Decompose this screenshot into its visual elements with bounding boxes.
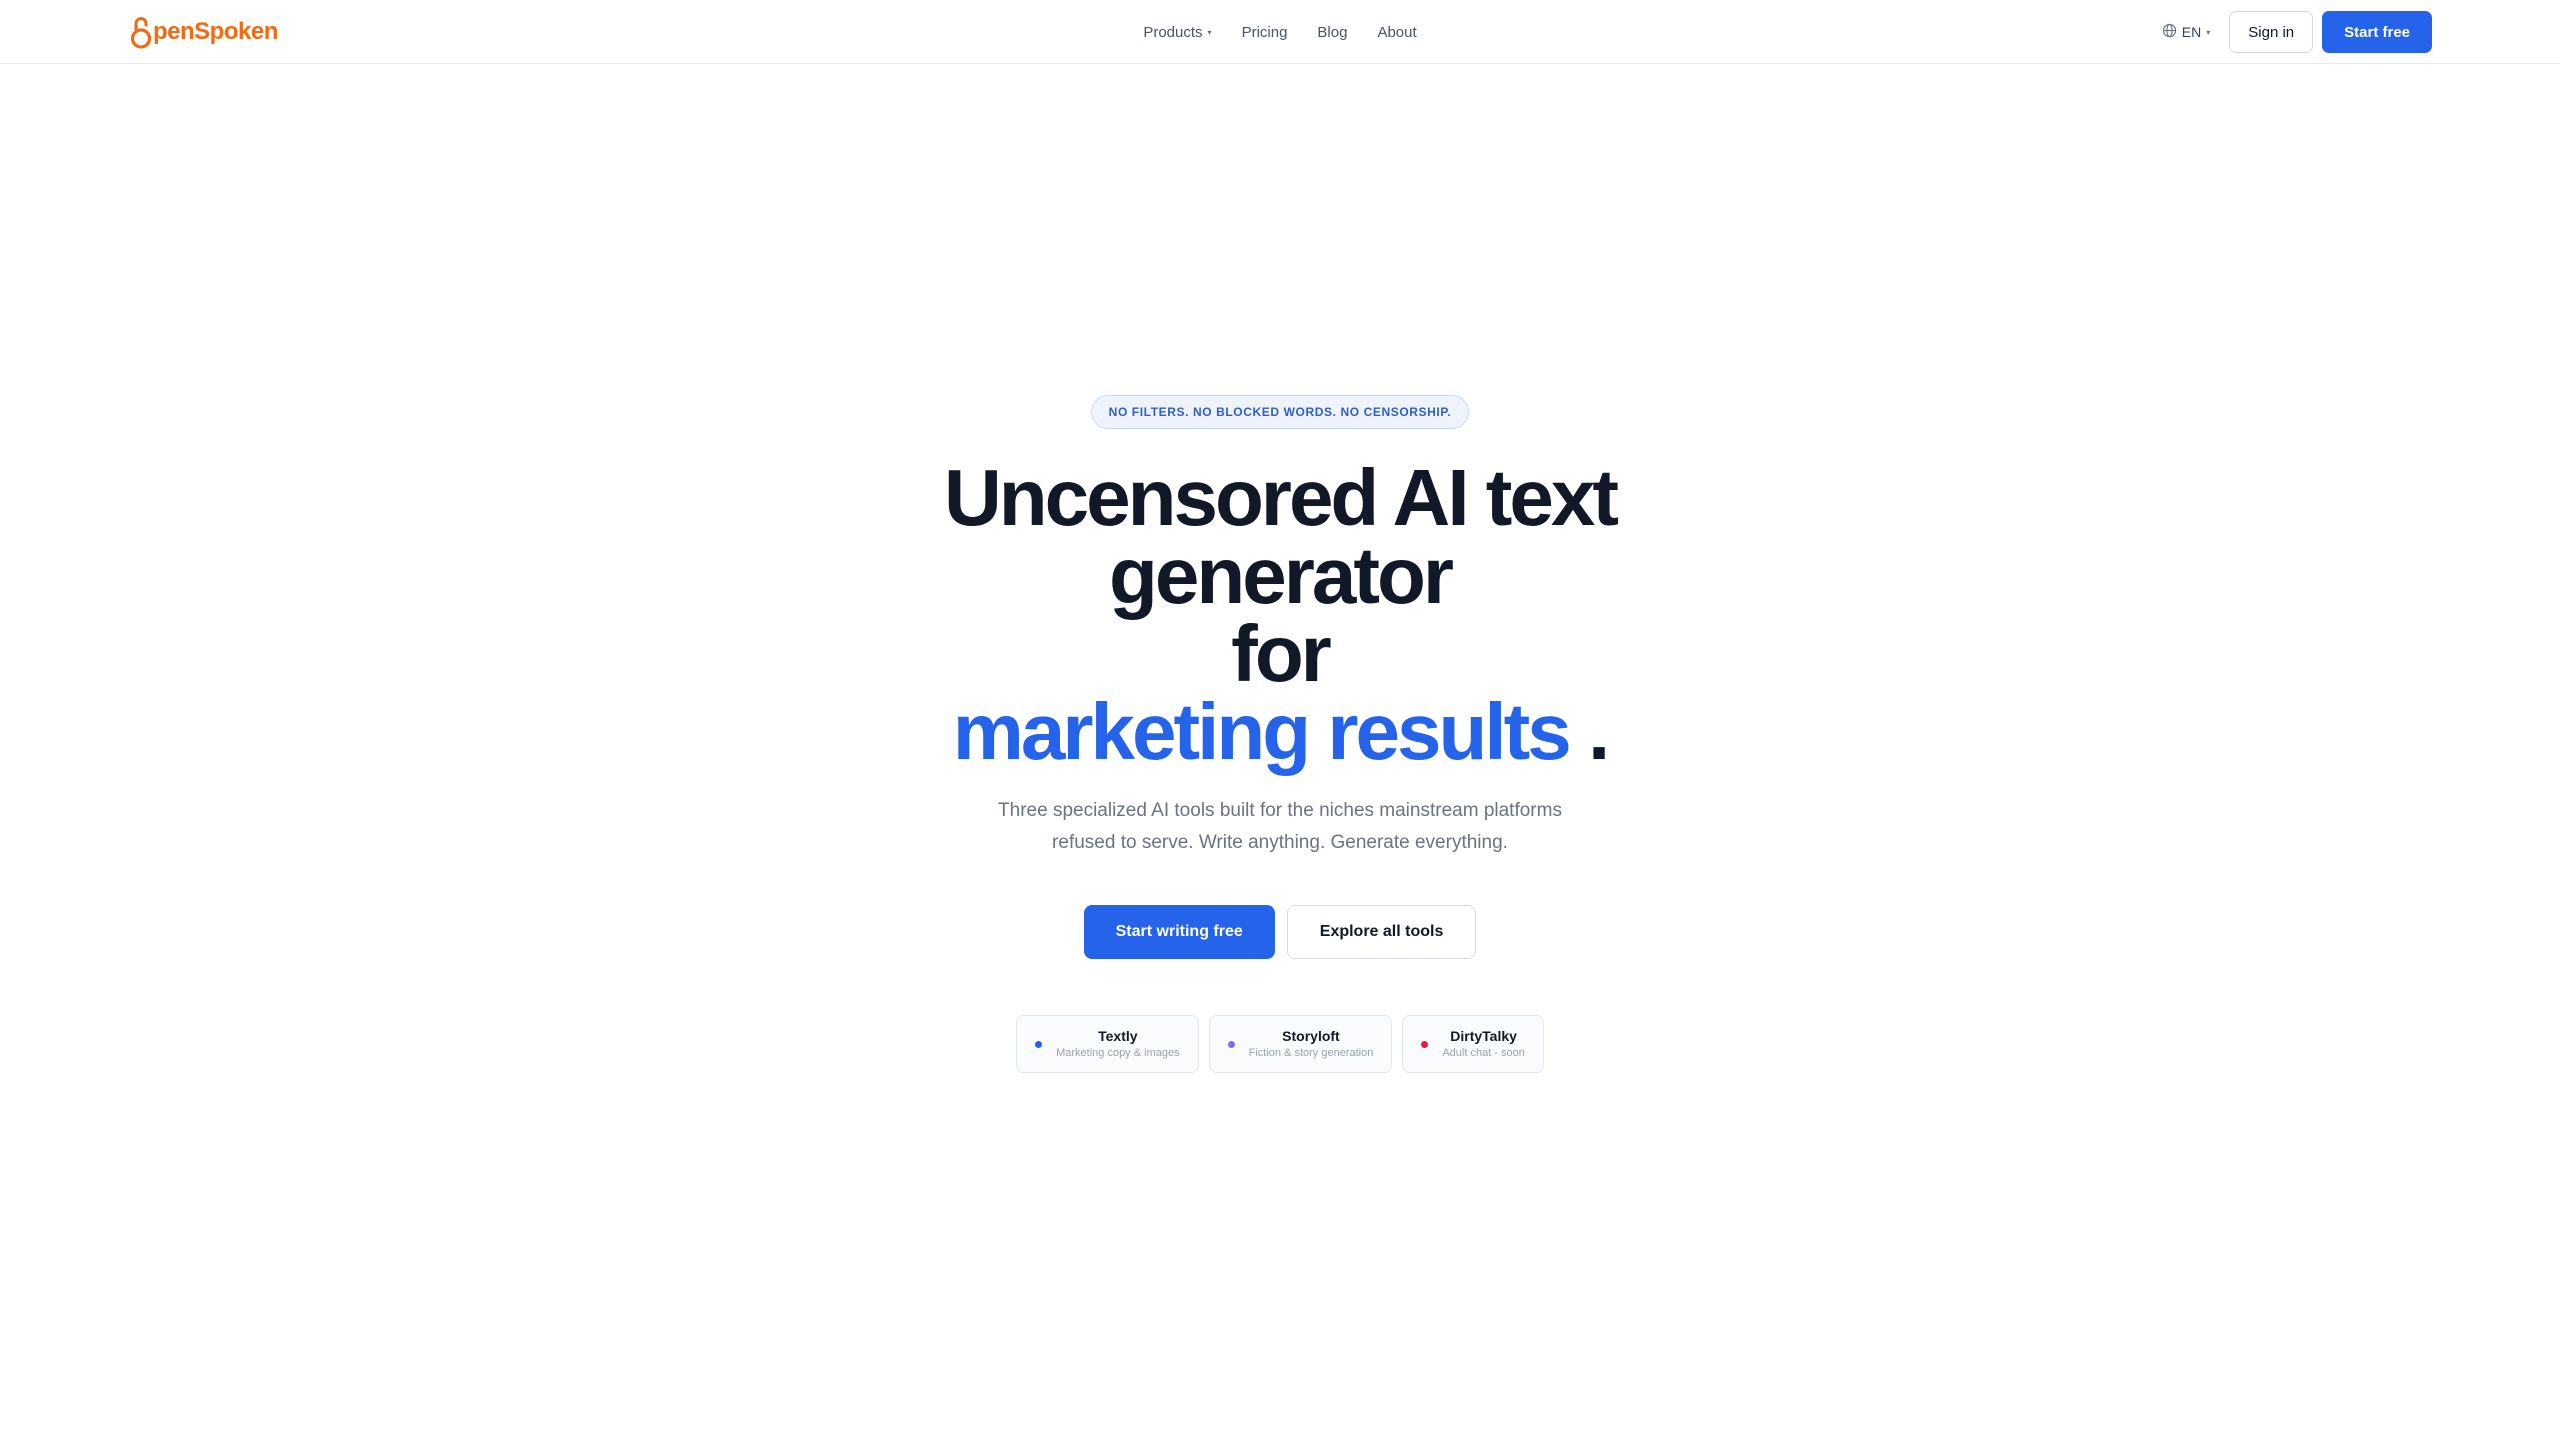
tools-list: Textly Marketing copy & images Storyloft… <box>1016 1015 1544 1073</box>
tool-card-storyloft[interactable]: Storyloft Fiction & story generation <box>1208 1015 1393 1073</box>
headline-line-4: marketing results . <box>944 692 1616 772</box>
brand-name: penSpoken <box>153 18 278 45</box>
nav-item-label: Products <box>1143 23 1203 41</box>
no-censorship-badge: NO FILTERS. NO BLOCKED WORDS. NO CENSORS… <box>1090 395 1470 429</box>
nav-item-label: Blog <box>1317 23 1348 41</box>
tool-description: Adult chat - soon <box>1442 1047 1525 1059</box>
language-selector[interactable]: EN ▾ <box>2156 23 2220 41</box>
header-actions: EN ▾ Sign in Start free <box>2156 11 2432 53</box>
tool-description: Marketing copy & images <box>1056 1047 1180 1059</box>
nav-item-products[interactable]: Products ▾ <box>1128 16 1226 49</box>
start-free-button[interactable]: Start free <box>2322 11 2432 53</box>
nav-item-pricing[interactable]: Pricing <box>1227 16 1303 49</box>
nav-item-label: About <box>1377 23 1417 41</box>
padlock-logo-icon <box>130 15 152 49</box>
start-writing-free-button[interactable]: Start writing free <box>1083 905 1275 959</box>
hero-subtitle: Three specialized AI tools built for the… <box>998 800 1562 853</box>
tool-description: Fiction & story generation <box>1248 1047 1374 1059</box>
hero-headline: Uncensored AI text generator for marketi… <box>943 453 1619 772</box>
tool-card-textly[interactable]: Textly Marketing copy & images <box>1016 1015 1199 1073</box>
hero-section: NO FILTERS. NO BLOCKED WORDS. NO CENSORS… <box>0 395 2560 1073</box>
headline-line-3: for <box>1231 609 1332 698</box>
tool-name: DirtyTalky <box>1450 1028 1517 1044</box>
chevron-down-icon: ▾ <box>1207 28 1212 37</box>
headline-accent: marketing results <box>952 687 1572 776</box>
tool-card-dirtytalky[interactable]: DirtyTalky Adult chat - soon <box>1402 1015 1544 1073</box>
language-label: EN <box>2181 24 2202 40</box>
nav-item-about[interactable]: About <box>1362 16 1431 49</box>
hero-cta-row: Start writing free Explore all tools <box>1083 905 1477 959</box>
status-dot-icon <box>1421 1040 1429 1048</box>
headline-line-2: generator <box>1109 531 1454 620</box>
nav-item-blog[interactable]: Blog <box>1302 16 1362 49</box>
tool-name: Textly <box>1098 1028 1138 1044</box>
tool-name: Storyloft <box>1282 1028 1340 1044</box>
sign-in-button[interactable]: Sign in <box>2229 11 2314 53</box>
status-dot-icon <box>1035 1040 1043 1048</box>
globe-icon <box>2162 23 2177 41</box>
headline-line-1: Uncensored AI text <box>943 453 1619 542</box>
explore-all-tools-button[interactable]: Explore all tools <box>1286 905 1477 959</box>
chevron-down-icon: ▾ <box>2206 28 2211 37</box>
site-header: penSpoken Products ▾ Pricing Blog About <box>0 0 2560 64</box>
status-dot-icon <box>1227 1040 1235 1048</box>
nav-item-label: Pricing <box>1241 23 1288 41</box>
brand-logo[interactable]: penSpoken <box>130 14 278 50</box>
headline-period: . <box>1587 687 1610 776</box>
